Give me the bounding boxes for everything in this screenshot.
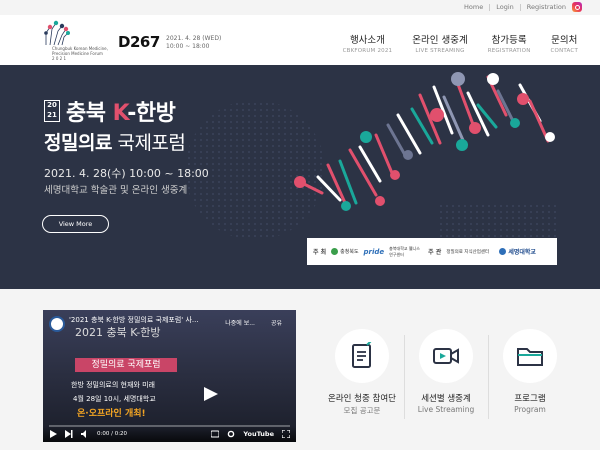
nav-sublabel: CONTACT <box>550 48 578 54</box>
nav-contact[interactable]: 문의처 CONTACT <box>551 32 578 54</box>
nav-sublabel: REGISTRATION <box>487 48 531 54</box>
quick-link-circle <box>419 329 473 383</box>
hero-title: 20 21 충북 K-한방 <box>44 95 176 127</box>
share-button[interactable]: 공유 <box>271 318 282 327</box>
nav-sublabel: CBKFORUM 2021 <box>342 48 393 54</box>
quick-link-sublabel: Program <box>514 405 546 414</box>
video-camera-icon <box>433 348 459 364</box>
organizer-label: 주 관 <box>428 249 442 256</box>
quick-link-audience[interactable]: 온라인 청중 참여단 모집 공고문 <box>320 329 404 416</box>
nav-sublabel: LIVE STREAMING <box>415 48 465 54</box>
chungbuk-logo-icon <box>331 248 339 255</box>
pride-logo: pride <box>363 247 385 256</box>
next-icon[interactable] <box>65 430 73 438</box>
sponsor-bar: 주 최 충청북도 pride 충북대학교 웰니스연구센터 주 관 정밀의료 지식… <box>307 238 557 265</box>
settings-icon[interactable] <box>227 430 235 438</box>
utility-links: Home Login Registration <box>464 2 582 12</box>
video-overlay-title: 2021 충북 K-한방 <box>75 326 161 339</box>
registration-link[interactable]: Registration <box>527 3 566 11</box>
video-line3: 온·오프라인 개최! <box>77 409 146 419</box>
title-k: K <box>112 101 128 126</box>
video-top-actions: 나중에 보... 공유 <box>225 318 282 327</box>
logo-caption: Chungbuk Korean Medicine, Precision Medi… <box>52 46 108 61</box>
quick-link-live[interactable]: 세션별 생중계 Live Streaming <box>404 329 488 419</box>
quick-link-label: 프로그램 <box>514 394 546 404</box>
title-suffix: -한방 <box>127 101 176 126</box>
event-datetime: 2021. 4. 28 (WED) 10:00 ~ 18:00 <box>166 35 221 50</box>
nav-label: 문의처 <box>551 35 578 46</box>
nav-registration[interactable]: 참가등록 REGISTRATION <box>488 32 531 54</box>
logo-line: 2 0 2 1 <box>52 56 66 61</box>
channel-avatar[interactable] <box>49 316 65 332</box>
year-bottom: 21 <box>47 110 57 119</box>
fullscreen-icon[interactable] <box>282 430 290 438</box>
quick-links: 온라인 청중 참여단 모집 공고문 세션별 생중계 Live Streaming <box>320 329 572 419</box>
quick-link-label: 온라인 청중 참여단 <box>328 394 396 404</box>
video-line2: 4월 28일 10시, 세명대학교 <box>73 395 156 403</box>
view-more-button[interactable]: View More <box>42 215 109 233</box>
quick-link-program[interactable]: 프로그램 Program <box>488 329 572 419</box>
hero-date: 2021. 4. 28(수) 10:00 ~ 18:00 <box>44 167 209 180</box>
event-date: 2021. 4. 28 (WED) <box>166 35 222 42</box>
quick-link-sublabel: Live Streaming <box>417 405 475 414</box>
home-link[interactable]: Home <box>464 3 483 11</box>
nav-label: 행사소개 <box>349 35 385 46</box>
year-badge: 20 21 <box>44 100 60 122</box>
pride-caption: 충북대학교 웰니스연구센터 <box>389 245 420 257</box>
site-header: Chungbuk Korean Medicine, Precision Medi… <box>0 15 600 65</box>
quick-link-label: 세션별 생중계 <box>421 394 471 404</box>
quick-link-circle <box>503 329 557 383</box>
quick-link-circle <box>335 329 389 383</box>
host-org: 충청북도 <box>331 248 359 255</box>
main-nav: 행사소개 CBKFORUM 2021 온라인 생중계 LIVE STREAMIN… <box>343 32 578 54</box>
host-org-name: 충청북도 <box>340 249 359 255</box>
hero-venue: 세명대학교 학술관 및 온라인 생중계 <box>44 185 188 196</box>
video-time: 0:00 / 0:20 <box>97 431 128 437</box>
year-top: 20 <box>47 101 57 109</box>
hero-subtitle: 정밀의료 국제포럼 <box>44 128 186 155</box>
university-org: 세명대학교 <box>499 247 536 256</box>
watch-later-button[interactable]: 나중에 보... <box>225 318 255 327</box>
nav-about[interactable]: 행사소개 CBKFORUM 2021 <box>343 32 393 54</box>
instagram-icon[interactable] <box>572 2 582 12</box>
nav-label: 온라인 생중계 <box>412 35 468 46</box>
content-section: '2021 충북 K-한방 정밀의료 국제포럼' 사... 2021 충북 K-… <box>0 289 600 450</box>
video-band: 정밀의료 국제포럼 <box>75 358 177 372</box>
university-name: 세명대학교 <box>508 249 536 256</box>
nav-live-streaming[interactable]: 온라인 생중계 LIVE STREAMING <box>412 32 467 54</box>
quick-link-sublabel: 모집 공고문 <box>343 406 381 415</box>
event-time: 10:00 ~ 18:00 <box>166 42 210 50</box>
login-link[interactable]: Login <box>496 3 514 11</box>
title-prefix: 충북 <box>66 101 113 126</box>
subtitle-rest: 국제포럼 <box>111 132 186 154</box>
divider <box>519 3 521 11</box>
captions-icon[interactable] <box>211 430 220 438</box>
nav-label: 참가등록 <box>491 35 527 46</box>
subtitle-bold: 정밀의료 <box>44 132 112 154</box>
divider <box>489 3 491 11</box>
youtube-logo[interactable]: YouTube <box>243 430 274 438</box>
play-icon[interactable] <box>200 386 220 402</box>
video-line1: 한방 정밀의료의 현재와 미래 <box>71 381 155 389</box>
organizer-org: 정밀의료 지식산업센터 <box>446 249 490 255</box>
hero-banner: 20 21 충북 K-한방 정밀의료 국제포럼 2021. 4. 28(수) 1… <box>0 65 600 289</box>
host-label: 주 최 <box>313 249 327 256</box>
play-small-icon[interactable] <box>49 430 57 438</box>
hero-title-text: 충북 K-한방 <box>66 95 176 127</box>
university-logo-icon <box>499 248 507 255</box>
video-player[interactable]: '2021 충북 K-한방 정밀의료 국제포럼' 사... 2021 충북 K-… <box>43 310 296 442</box>
dday-counter: D267 <box>118 33 160 51</box>
volume-icon[interactable] <box>81 430 89 438</box>
document-icon <box>352 342 372 368</box>
utility-bar: Home Login Registration <box>0 0 600 15</box>
video-controls: 0:00 / 0:20 YouTube <box>43 426 296 442</box>
folder-icon <box>517 348 543 366</box>
